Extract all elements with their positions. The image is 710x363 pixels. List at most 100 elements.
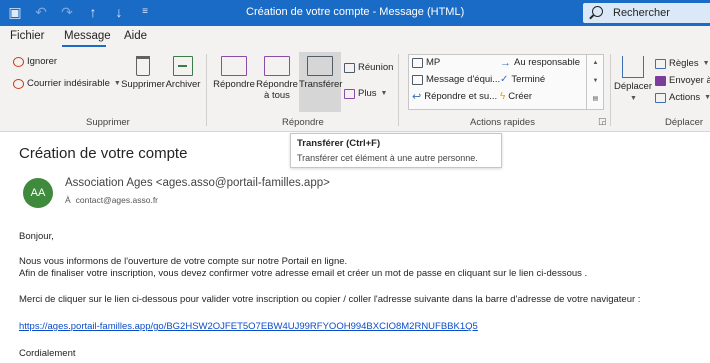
tab-fichier[interactable]: Fichier bbox=[10, 30, 45, 42]
gallery-expand-icon[interactable]: ▤ bbox=[587, 90, 604, 108]
previous-item-icon[interactable]: ↑ bbox=[86, 4, 100, 20]
group-separator bbox=[610, 54, 611, 126]
message-subject: Création de votre compte bbox=[19, 145, 188, 162]
window-title: Création de votre compte - Message (HTML… bbox=[246, 6, 465, 18]
avatar[interactable]: AA bbox=[23, 178, 53, 208]
meeting-button[interactable]: Réunion bbox=[344, 62, 393, 73]
recipient-line: À contact@ages.asso.fr bbox=[65, 195, 158, 205]
chevron-down-icon: ▼ bbox=[380, 90, 388, 97]
chevron-down-icon: ▼ bbox=[702, 60, 710, 67]
actions-icon bbox=[655, 92, 666, 103]
quick-step-label: Répondre et su... bbox=[424, 91, 498, 102]
reply-all-label-2: à tous bbox=[264, 90, 290, 101]
meeting-label: Réunion bbox=[358, 62, 394, 73]
quick-access-toolbar: ▣ ↶ ↷ ↑ ↓ ≡ bbox=[8, 4, 152, 20]
body-greeting: Bonjour, bbox=[19, 231, 54, 242]
more-respond-button[interactable]: Plus ▼ bbox=[344, 88, 387, 99]
lightning-icon: ϟ bbox=[500, 90, 506, 102]
tooltip-title: Transférer (Ctrl+F) bbox=[297, 138, 381, 149]
tab-message[interactable]: Message bbox=[64, 30, 111, 42]
search-placeholder: Rechercher bbox=[613, 7, 670, 19]
forward-button[interactable]: Transférer bbox=[299, 56, 343, 90]
junk-label: Courrier indésirable bbox=[27, 78, 110, 89]
redo-icon[interactable]: ↷ bbox=[60, 4, 74, 20]
quick-step-label: Message d'équi... bbox=[426, 74, 501, 85]
forward-label: Transférer bbox=[299, 79, 343, 90]
reply-button[interactable]: Répondre bbox=[211, 56, 257, 90]
quick-step-label: Terminé bbox=[511, 74, 546, 85]
archive-icon bbox=[173, 56, 193, 76]
reply-label: Répondre bbox=[213, 79, 255, 90]
body-line-1: Nous vous informons de l'ouverture de vo… bbox=[19, 256, 348, 267]
quick-step-create[interactable]: ϟ Créer bbox=[500, 91, 532, 102]
search-box[interactable]: Rechercher bbox=[583, 3, 710, 23]
ribbon: Ignorer Courrier indésirable ▼ Supprimer… bbox=[0, 48, 710, 132]
group-label-move: Déplacer bbox=[665, 117, 704, 128]
chevron-down-icon: ▼ bbox=[630, 95, 637, 102]
ignore-label: Ignorer bbox=[27, 56, 58, 67]
quick-step-reply-delete[interactable]: ↩ Répondre et su... bbox=[412, 91, 497, 102]
group-label-respond: Répondre bbox=[282, 117, 324, 128]
rules-label: Règles bbox=[669, 58, 699, 69]
active-tab-indicator bbox=[62, 45, 106, 47]
delete-button[interactable]: Supprimer bbox=[120, 56, 166, 90]
sender-address[interactable]: Association Ages <ages.asso@portail-fami… bbox=[65, 177, 330, 189]
customize-toolbar-icon[interactable]: ≡ bbox=[138, 4, 152, 20]
trash-icon bbox=[136, 56, 150, 76]
reply-all-icon bbox=[264, 56, 290, 76]
reply-arrow-icon: ↩ bbox=[412, 90, 422, 103]
body-closing: Cordialement bbox=[19, 348, 76, 359]
archive-label: Archiver bbox=[165, 79, 201, 90]
search-icon bbox=[592, 6, 603, 17]
dialog-launcher-icon[interactable]: ◲ bbox=[598, 116, 607, 127]
send-to-label: Envoyer à O bbox=[669, 75, 710, 86]
actions-label: Actions bbox=[669, 92, 701, 103]
quick-step-team[interactable]: Message d'équi... bbox=[412, 74, 500, 85]
send-to-onenote-button[interactable]: Envoyer à O bbox=[655, 75, 710, 86]
save-icon[interactable]: ▣ bbox=[8, 4, 22, 20]
chevron-down-icon: ▼ bbox=[704, 94, 710, 101]
recipient-address[interactable]: contact@ages.asso.fr bbox=[76, 195, 158, 205]
rules-button[interactable]: Règles ▼ bbox=[655, 58, 710, 69]
forward-tooltip: Transférer (Ctrl+F) Transférer cet éléme… bbox=[290, 133, 502, 168]
body-line-2: Afin de finaliser votre inscription, vou… bbox=[19, 268, 588, 279]
actions-button[interactable]: Actions ▼ bbox=[655, 92, 710, 103]
check-icon: ✓ bbox=[500, 73, 509, 85]
move-button[interactable]: Déplacer ▼ bbox=[612, 56, 654, 104]
quick-step-done[interactable]: ✓ Terminé bbox=[500, 74, 545, 85]
confirmation-link[interactable]: https://ages.portail-familles.app/go/BG2… bbox=[19, 321, 478, 332]
menu-bar: Fichier Message Aide bbox=[0, 26, 710, 48]
quick-step-label: MP bbox=[426, 57, 441, 68]
forward-icon bbox=[307, 56, 333, 76]
quick-step-label: Créer bbox=[508, 91, 533, 102]
arrow-right-icon: → bbox=[500, 56, 511, 69]
scroll-up-icon[interactable]: ▲ bbox=[587, 54, 604, 72]
move-label: Déplacer bbox=[613, 81, 653, 92]
quick-step-mp[interactable]: MP bbox=[412, 57, 440, 68]
group-separator bbox=[398, 54, 399, 126]
reply-all-button[interactable]: Répondre à tous bbox=[255, 56, 299, 101]
group-label-quick-steps: Actions rapides bbox=[470, 117, 535, 128]
to-label: À bbox=[65, 195, 71, 205]
delete-label: Supprimer bbox=[121, 79, 165, 90]
ignore-button[interactable]: Ignorer bbox=[13, 56, 57, 67]
body-line-3: Merci de cliquer sur le lien ci-dessous … bbox=[19, 294, 641, 305]
quick-step-label: Au responsable bbox=[514, 57, 581, 68]
quick-step-manager[interactable]: → Au responsable bbox=[500, 57, 580, 68]
next-item-icon[interactable]: ↓ bbox=[112, 4, 126, 20]
scroll-down-icon[interactable]: ▼ bbox=[587, 72, 604, 90]
quick-steps-scrollbar[interactable]: ▲ ▼ ▤ bbox=[586, 54, 604, 110]
reply-icon bbox=[221, 56, 247, 76]
junk-icon bbox=[13, 78, 24, 89]
junk-button[interactable]: Courrier indésirable ▼ bbox=[13, 78, 121, 89]
calendar-icon bbox=[344, 62, 355, 73]
mail-icon bbox=[412, 74, 423, 85]
ignore-icon bbox=[13, 56, 24, 67]
archive-button[interactable]: Archiver bbox=[163, 56, 203, 90]
tab-aide[interactable]: Aide bbox=[124, 30, 147, 42]
group-label-delete: Supprimer bbox=[86, 117, 130, 128]
more-icon bbox=[344, 88, 355, 99]
group-separator bbox=[206, 54, 207, 126]
title-bar: ▣ ↶ ↷ ↑ ↓ ≡ Création de votre compte - M… bbox=[0, 0, 710, 26]
undo-icon[interactable]: ↶ bbox=[34, 4, 48, 20]
